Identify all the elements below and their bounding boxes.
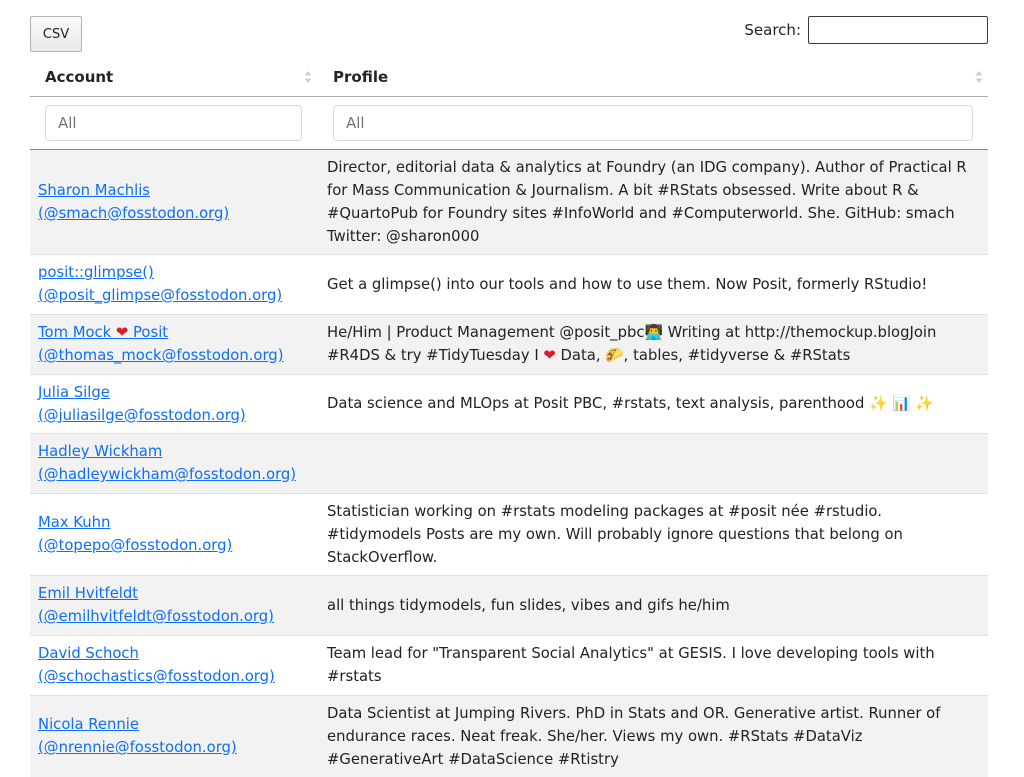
filter-cell-profile xyxy=(317,96,988,150)
table-body: Sharon Machlis (@smach@fosstodon.org) Dire… xyxy=(30,148,988,777)
account-link-line: David Schoch xyxy=(38,645,139,662)
profile-cell: Statistician working on #rstats modeling… xyxy=(317,492,988,575)
profile-filter-input[interactable] xyxy=(333,104,973,141)
profile-cell: Data science and MLOps at Posit PBC, #rs… xyxy=(317,373,988,433)
table-row: Emil Hvitfeldt (@emilhvitfeldt@fosstodon.… xyxy=(30,574,988,635)
profile-cell xyxy=(317,432,988,493)
account-link[interactable]: David Schoch (@schochastics@fosstodon.org… xyxy=(38,645,275,685)
account-link[interactable]: Max Kuhn (@topepo@fosstodon.org) xyxy=(38,514,232,554)
account-cell: Sharon Machlis (@smach@fosstodon.org) xyxy=(30,148,317,254)
account-cell: Hadley Wickham (@hadleywickham@fosstodon.… xyxy=(30,432,317,493)
account-cell: Max Kuhn (@topepo@fosstodon.org) xyxy=(30,492,317,575)
account-link-line: Sharon Machlis xyxy=(38,181,151,199)
profiles-table: Account Profile Sharon Ma xyxy=(30,58,988,777)
profile-cell: Team lead for "Transparent Social Analyt… xyxy=(317,634,988,695)
account-link-line: Hadley Wickham xyxy=(38,443,163,460)
search-input[interactable] xyxy=(808,16,988,44)
table-row: Nicola Rennie (@nrennie@fosstodon.org) Dat… xyxy=(30,694,988,777)
account-link[interactable]: Nicola Rennie (@nrennie@fosstodon.org) xyxy=(38,716,237,756)
heart-icon: ❤ xyxy=(115,324,129,341)
account-link[interactable]: posit::glimpse()(@posit_glimpse@fosstodo… xyxy=(38,264,282,304)
filter-cell-account xyxy=(30,96,317,150)
header-row: Account Profile xyxy=(30,58,988,97)
account-link-line: (@nrennie@fosstodon.org) xyxy=(38,739,237,757)
account-cell: posit::glimpse()(@posit_glimpse@fosstodo… xyxy=(30,253,317,314)
account-link-line: (@emilhvitfeldt@fosstodon.org) xyxy=(38,608,274,625)
profile-cell: He/Him | Product Management @posit_pbc👨‍… xyxy=(317,313,988,374)
filter-row xyxy=(30,96,988,150)
account-link[interactable]: Emil Hvitfeldt (@emilhvitfeldt@fosstodon.… xyxy=(38,585,274,625)
account-link-line: Nicola Rennie xyxy=(38,716,139,734)
search-label: Search: xyxy=(744,21,801,39)
account-link-line: (@hadleywickham@fosstodon.org) xyxy=(38,466,297,483)
heart-icon: ❤ xyxy=(543,347,556,364)
account-link-line: Emil Hvitfeldt xyxy=(38,585,139,602)
account-link[interactable]: Hadley Wickham (@hadleywickham@fosstodon.… xyxy=(38,443,296,483)
account-link[interactable]: Tom Mock ❤ Posit (@thomas_mock@fosstodon.… xyxy=(38,324,283,364)
column-header-profile[interactable]: Profile xyxy=(317,58,988,97)
column-header-label: Profile xyxy=(333,67,389,86)
account-cell: Emil Hvitfeldt (@emilhvitfeldt@fosstodon.… xyxy=(30,574,317,635)
column-header-label: Account xyxy=(45,67,114,86)
account-link-line: (@posit_glimpse@fosstodon.org) xyxy=(38,287,283,304)
account-link[interactable]: Julia Silge (@juliasilge@fosstodon.org) xyxy=(38,384,246,424)
account-cell: Nicola Rennie (@nrennie@fosstodon.org) xyxy=(30,694,317,777)
account-cell: Julia Silge (@juliasilge@fosstodon.org) xyxy=(30,373,317,433)
account-cell: David Schoch (@schochastics@fosstodon.org… xyxy=(30,634,317,695)
account-link-line: Julia Silge (@juliasilge@fosstodon.org) xyxy=(38,383,246,424)
account-link-line: (@smach@fosstodon.org) xyxy=(38,204,230,222)
profile-cell: Director, editorial data & analytics at … xyxy=(317,148,988,254)
profile-cell: Data Scientist at Jumping Rivers. PhD in… xyxy=(317,694,988,777)
sort-icon[interactable] xyxy=(975,70,983,84)
table-row: posit::glimpse()(@posit_glimpse@fosstodo… xyxy=(30,253,988,314)
account-cell: Tom Mock ❤ Posit (@thomas_mock@fosstodon.… xyxy=(30,313,317,374)
account-link-line: Tom Mock ❤ Posit xyxy=(38,324,169,341)
table-row: Julia Silge (@juliasilge@fosstodon.org) D… xyxy=(30,373,988,433)
search-box: Search: xyxy=(744,16,988,44)
table-row: Tom Mock ❤ Posit (@thomas_mock@fosstodon.… xyxy=(30,313,988,374)
column-header-account[interactable]: Account xyxy=(30,58,317,97)
table-row: Hadley Wickham (@hadleywickham@fosstodon.… xyxy=(30,432,988,493)
csv-export-button[interactable]: CSV xyxy=(30,16,82,52)
table-row: Max Kuhn (@topepo@fosstodon.org) Statisti… xyxy=(30,492,988,575)
table-row: David Schoch (@schochastics@fosstodon.org… xyxy=(30,634,988,695)
sort-icon[interactable] xyxy=(304,70,312,84)
account-link[interactable]: Sharon Machlis (@smach@fosstodon.org) xyxy=(38,182,229,222)
account-link-line: Max Kuhn (@topepo@fosstodon.org) xyxy=(38,514,233,554)
profile-cell: Get a glimpse() into our tools and how t… xyxy=(317,253,988,314)
profile-cell: all things tidymodels, fun slides, vibes… xyxy=(317,574,988,635)
table-row: Sharon Machlis (@smach@fosstodon.org) Dire… xyxy=(30,148,988,254)
account-filter-input[interactable] xyxy=(45,104,302,141)
account-link-line: posit::glimpse() xyxy=(38,264,154,281)
account-link-line: (@thomas_mock@fosstodon.org) xyxy=(38,347,284,364)
account-link-line: (@schochastics@fosstodon.org) xyxy=(38,668,275,685)
